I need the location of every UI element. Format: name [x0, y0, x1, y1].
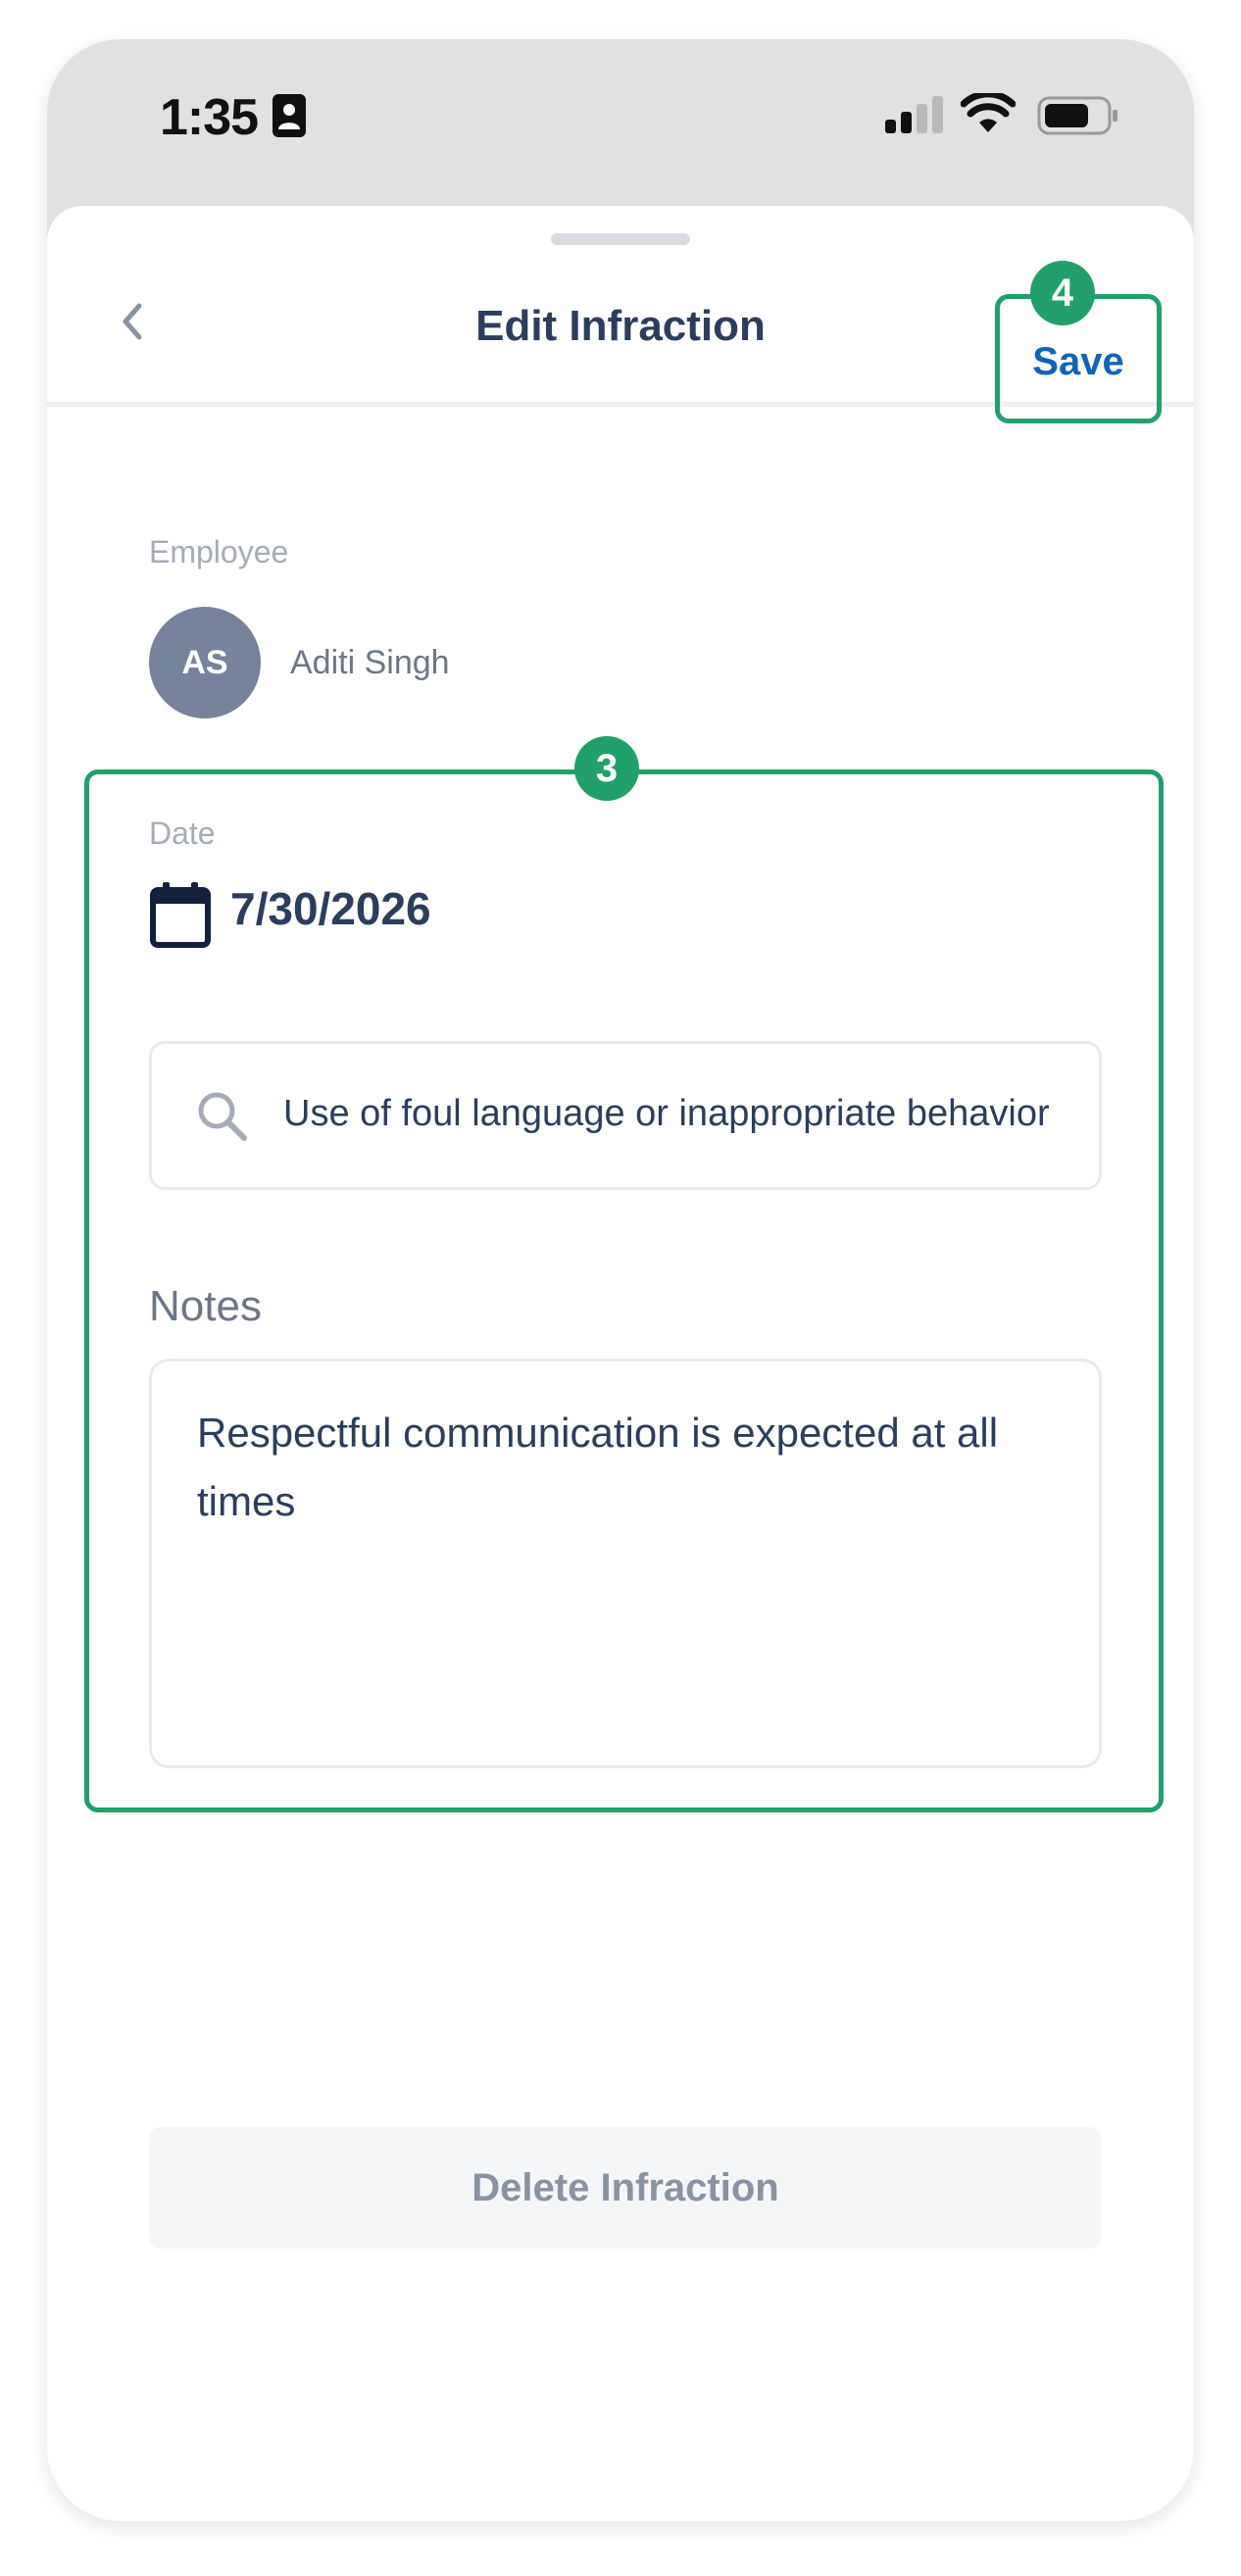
sheet-grabber[interactable]: [551, 233, 690, 245]
delete-infraction-button[interactable]: Delete Infraction: [149, 2127, 1102, 2249]
step-4-badge: 4: [1030, 261, 1095, 325]
search-icon: [193, 1087, 252, 1151]
sim-card-icon: [273, 94, 306, 142]
wifi-icon: [960, 90, 1017, 139]
cellular-signal-icon: [885, 96, 946, 138]
edit-infraction-sheet: Edit Infraction Save 4 Employee AS Aditi…: [47, 206, 1194, 2521]
status-bar: 1:35: [47, 39, 1194, 206]
infraction-search-input[interactable]: Use of foul language or inappropriate be…: [149, 1041, 1102, 1190]
avatar: AS: [149, 607, 261, 718]
save-button[interactable]: Save: [1000, 340, 1157, 384]
status-time: 1:35: [160, 89, 259, 146]
notes-textarea[interactable]: Respectful communication is expected at …: [149, 1359, 1102, 1768]
employee-name: Aditi Singh: [290, 644, 450, 681]
navigation-bar: Edit Infraction Save 4: [47, 245, 1194, 423]
calendar-icon[interactable]: [149, 882, 212, 954]
phone-screen: 1:35 Edit Infraction Save 4 Employee AS …: [47, 39, 1194, 2521]
notes-label: Notes: [149, 1282, 262, 1330]
battery-icon: [1037, 96, 1119, 140]
date-label: Date: [149, 816, 216, 851]
step-3-badge: 3: [574, 736, 639, 801]
employee-label: Employee: [149, 534, 289, 570]
infraction-search-value: Use of foul language or inappropriate be…: [283, 1093, 1050, 1134]
date-value[interactable]: 7/30/2026: [230, 882, 431, 935]
